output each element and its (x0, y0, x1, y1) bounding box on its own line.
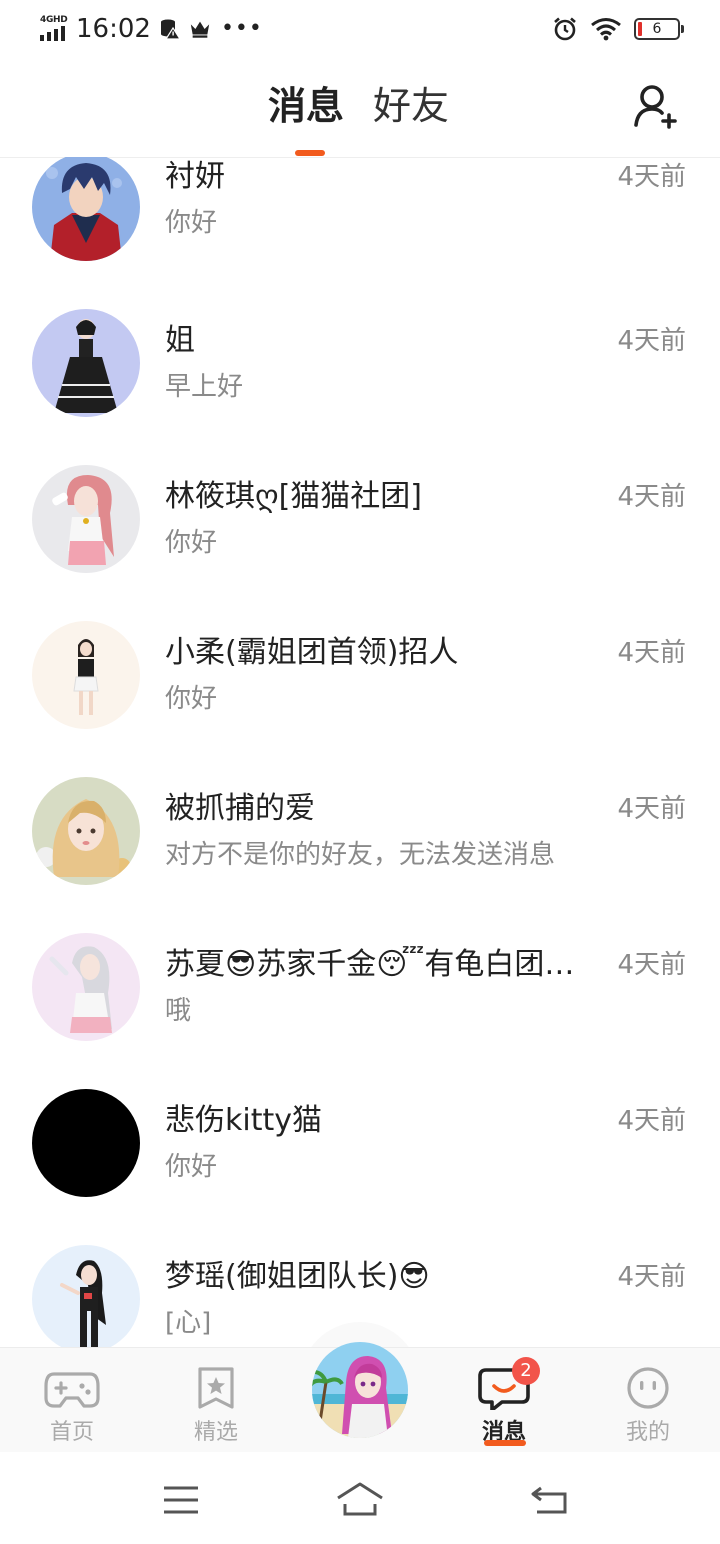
avatar[interactable] (32, 309, 140, 417)
contact-name: 被抓捕的爱 (165, 791, 315, 826)
message-time: 4天前 (617, 794, 686, 824)
message-row[interactable]: 苏夏😎苏家千金😴有龟白团… 哦 4天前 (0, 929, 720, 1085)
message-time: 4天前 (617, 482, 686, 512)
contact-name: 苏夏😎苏家千金😴有龟白团… (165, 947, 575, 982)
message-preview: 你好 (165, 528, 218, 558)
avatar[interactable] (32, 157, 140, 261)
home-icon[interactable] (335, 1480, 385, 1520)
status-bar: 4GHD 16:02 ••• 6 (0, 0, 720, 56)
nav-featured[interactable]: 精选 (156, 1348, 276, 1453)
avatar[interactable] (32, 933, 140, 1041)
message-preview: 你好 (165, 684, 218, 714)
nav-active-indicator (484, 1440, 526, 1446)
alarm-icon (554, 17, 576, 41)
face-icon (627, 1367, 669, 1409)
message-time: 4天前 (617, 162, 686, 192)
nav-home[interactable]: 首页 (12, 1348, 132, 1453)
contact-name: 林筱琪ღ[猫猫社团] (165, 479, 422, 514)
network-type: 4GHD (40, 15, 68, 25)
nav-me-label: 我的 (625, 1420, 670, 1445)
contact-name: 姐 (165, 323, 195, 358)
nav-home-label: 首页 (49, 1420, 94, 1445)
nav-featured-label: 精选 (193, 1420, 238, 1445)
tab-friends[interactable]: 好友 (373, 80, 449, 132)
active-tab-indicator (295, 150, 325, 156)
message-preview: 对方不是你的好友，无法发送消息 (165, 840, 556, 870)
battery-level: 6 (652, 21, 662, 37)
message-time: 4天前 (617, 638, 686, 668)
message-row[interactable]: 悲伤kitty猫 你好 4天前 (0, 1085, 720, 1241)
message-row[interactable]: 衬妍 你好 4天前 (0, 157, 720, 305)
message-row[interactable]: 林筱琪ღ[猫猫社团] 你好 4天前 (0, 461, 720, 617)
message-preview: 早上好 (165, 372, 244, 402)
status-time: 16:02 (76, 14, 151, 44)
message-list: 衬妍 你好 4天前 姐 早上好 4天前 林筱琪ღ[猫猫社团] 你好 4天前 小柔… (0, 157, 720, 1347)
message-time: 4天前 (617, 1106, 686, 1136)
unread-badge: 2 (512, 1357, 540, 1385)
gamepad-icon (44, 1372, 100, 1408)
avatar[interactable] (32, 621, 140, 729)
avatar[interactable] (32, 777, 140, 885)
tab-messages[interactable]: 消息 (268, 80, 344, 132)
message-preview: 哦 (165, 996, 192, 1026)
nav-messages[interactable]: 消息 (444, 1348, 564, 1453)
star-bookmark-icon (198, 1367, 234, 1409)
message-time: 4天前 (617, 1262, 686, 1292)
storage-warning-icon (160, 19, 181, 40)
contact-name: 梦瑶(御姐团队长)😎 (165, 1259, 430, 1294)
add-user-icon[interactable] (632, 82, 680, 130)
top-header: 消息 好友 (0, 56, 720, 158)
avatar[interactable] (32, 465, 140, 573)
center-avatar-button[interactable] (312, 1342, 408, 1438)
message-time: 4天前 (617, 950, 686, 980)
message-row[interactable]: 被抓捕的爱 对方不是你的好友，无法发送消息 4天前 (0, 773, 720, 929)
battery-icon: 6 (634, 18, 684, 40)
contact-name: 衬妍 (165, 159, 225, 194)
avatar[interactable] (32, 1245, 140, 1347)
contact-name: 小柔(霸姐团首领)招人 (165, 635, 459, 670)
message-preview: 你好 (165, 208, 218, 238)
message-row[interactable]: 姐 早上好 4天前 (0, 305, 720, 461)
messages-screen: 4GHD 16:02 ••• 6 消息 好友 衬妍 你好 4天前 姐 早上好 4… (0, 0, 720, 1544)
menu-icon[interactable] (156, 1480, 206, 1520)
signal-icon: 4GHD (38, 15, 70, 43)
contact-name: 悲伤kitty猫 (165, 1103, 322, 1138)
back-icon[interactable] (525, 1480, 575, 1520)
more-notifications-icon: ••• (220, 16, 263, 41)
wifi-icon (591, 18, 621, 41)
message-row[interactable]: 小柔(霸姐团首领)招人 你好 4天前 (0, 617, 720, 773)
system-nav-bar (0, 1452, 720, 1544)
avatar[interactable] (32, 1089, 140, 1197)
nav-me[interactable]: 我的 (588, 1348, 708, 1453)
message-preview: 你好 (165, 1152, 218, 1182)
message-time: 4天前 (617, 326, 686, 356)
crown-icon (190, 21, 210, 38)
